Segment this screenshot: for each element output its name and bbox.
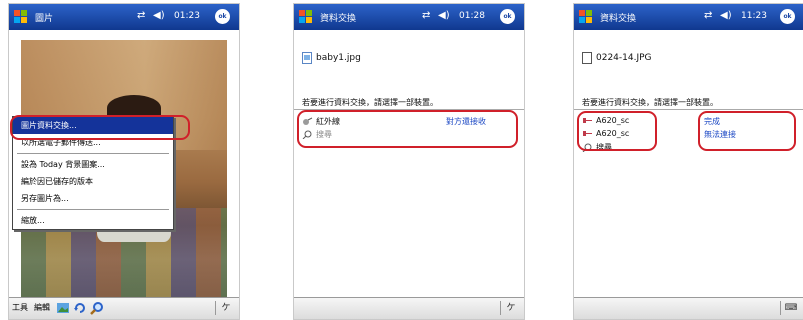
file-item: 0224-14.JPG xyxy=(582,52,652,64)
command-bar: ⌨ xyxy=(574,297,803,319)
file-icon xyxy=(302,52,312,64)
ok-button[interactable]: ok xyxy=(780,9,795,24)
menu-item-zoom[interactable]: 縮放... xyxy=(13,212,173,229)
volume-icon[interactable]: ◀) xyxy=(153,10,165,21)
title-bar: 資料交換 ⇄ ◀) 01:28 ok xyxy=(294,4,524,30)
windows-start-icon[interactable] xyxy=(578,8,594,24)
beam-prompt: 若要進行資料交換，請選擇一部裝置。 xyxy=(574,96,803,110)
file-item: baby1.jpg xyxy=(302,52,361,64)
menu-divider xyxy=(17,209,169,210)
menu-divider xyxy=(17,153,169,154)
device-screen-beam-devices: 資料交換 ⇄ ◀) 11:23 ok 0224-14.JPG 若要進行資料交換，… xyxy=(573,3,803,320)
clock[interactable]: 01:23 xyxy=(174,11,200,21)
tools-menu[interactable]: 工具 xyxy=(12,302,28,313)
volume-icon[interactable]: ◀) xyxy=(438,10,450,21)
beam-prompt: 若要進行資料交換，請選擇一部裝置。 xyxy=(294,96,524,110)
file-icon xyxy=(582,52,592,64)
file-name: baby1.jpg xyxy=(316,53,361,63)
volume-icon[interactable]: ◀) xyxy=(720,10,732,21)
ok-button[interactable]: ok xyxy=(215,9,230,24)
connectivity-icon[interactable]: ⇄ xyxy=(704,10,712,21)
device-screen-pictures: 圖片 ⇄ ◀) 01:23 ok 圖片資料交換... 以所選電子郵件傳送... … xyxy=(8,3,240,320)
device-screen-beam-infrared: 資料交換 ⇄ ◀) 01:28 ok baby1.jpg 若要進行資料交換，請選… xyxy=(293,3,525,320)
highlight-box xyxy=(577,111,657,151)
file-name: 0224-14.JPG xyxy=(596,53,652,63)
ok-button[interactable]: ok xyxy=(500,9,515,24)
highlight-box xyxy=(10,115,190,140)
window-title: 資料交換 xyxy=(600,14,637,24)
menu-item-revert-saved[interactable]: 編於因已儲存的版本 xyxy=(13,173,173,190)
clock[interactable]: 11:23 xyxy=(741,11,767,21)
keyboard-icon[interactable]: ケ xyxy=(500,301,521,315)
zoom-icon[interactable] xyxy=(90,301,104,315)
title-bar: 圖片 ⇄ ◀) 01:23 ok xyxy=(9,4,239,30)
rotate-icon[interactable] xyxy=(73,301,87,315)
command-bar: 工具 編輯 ケ xyxy=(9,297,239,319)
connectivity-icon[interactable]: ⇄ xyxy=(422,10,430,21)
command-bar: ケ xyxy=(294,297,524,319)
connectivity-icon[interactable]: ⇄ xyxy=(137,10,145,21)
windows-start-icon[interactable] xyxy=(13,8,29,24)
keyboard-icon[interactable]: ケ xyxy=(215,301,236,315)
edit-menu[interactable]: 編輯 xyxy=(34,302,50,313)
picture-icon[interactable] xyxy=(56,301,70,315)
menu-item-set-today-background[interactable]: 設為 Today 背景圖案... xyxy=(13,156,173,173)
highlight-box xyxy=(297,110,518,148)
keyboard-icon[interactable]: ⌨ xyxy=(780,301,801,315)
title-bar: 資料交換 ⇄ ◀) 11:23 ok xyxy=(574,4,803,30)
windows-start-icon[interactable] xyxy=(298,8,314,24)
highlight-box xyxy=(698,111,796,151)
clock[interactable]: 01:28 xyxy=(459,11,485,21)
window-title: 資料交換 xyxy=(320,14,357,24)
menu-item-save-as[interactable]: 另存圖片為... xyxy=(13,190,173,207)
window-title: 圖片 xyxy=(35,14,54,24)
